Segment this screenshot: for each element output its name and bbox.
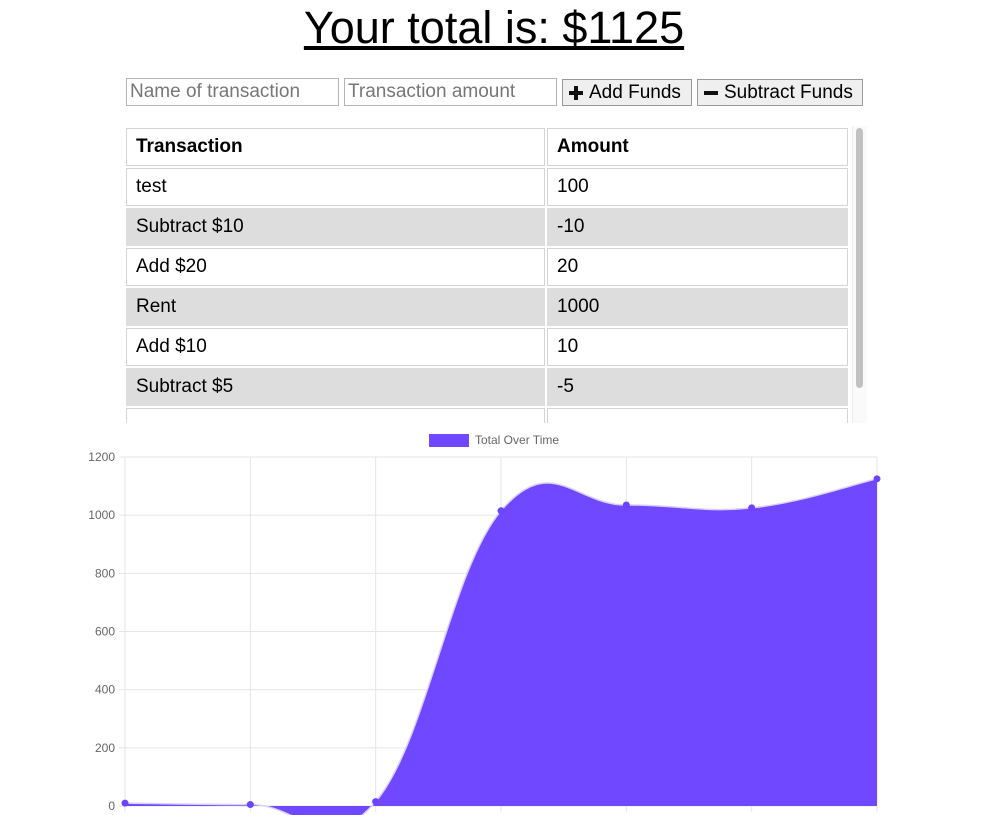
add-funds-label: Add Funds <box>589 81 681 103</box>
y-tick-label: 1200 <box>88 450 115 464</box>
table-row: Add $20 20 <box>126 248 848 286</box>
transaction-name-cell: Subtract $5 <box>126 368 545 406</box>
table-row: test 100 <box>126 168 848 206</box>
table-row: Subtract $5 -5 <box>126 368 848 406</box>
y-tick-label: 0 <box>108 799 115 813</box>
y-tick-label: 400 <box>95 683 115 697</box>
total-over-time-chart: 0 200 400 600 800 1000 1200 Total Over Time <box>88 433 881 815</box>
y-tick-label: 1000 <box>88 508 115 522</box>
table-scrollbar[interactable] <box>852 126 867 423</box>
total-heading: Your total is: $1125 <box>303 2 685 53</box>
chart-area <box>124 478 878 815</box>
plus-icon <box>569 85 583 100</box>
transaction-amount-cell: 10 <box>547 328 848 366</box>
table-scrollbar-thumb[interactable] <box>856 128 863 388</box>
transaction-name-input[interactable] <box>126 78 339 106</box>
data-point <box>748 504 756 512</box>
minus-icon <box>704 86 718 100</box>
transaction-amount-cell: 20 <box>547 248 848 286</box>
subtract-funds-button[interactable]: Subtract Funds <box>697 79 863 106</box>
data-point <box>873 475 881 483</box>
data-point <box>246 801 254 809</box>
subtract-funds-label: Subtract Funds <box>724 81 853 103</box>
data-point <box>121 799 129 807</box>
transactions-table-container[interactable]: Transaction Amount test 100 Subtract $10… <box>124 126 866 423</box>
series-area <box>125 478 877 815</box>
transaction-amount-cell: -5 <box>547 368 848 406</box>
table-row: Subtract $10 -10 <box>126 208 848 246</box>
chart-legend: Total Over Time <box>429 433 559 447</box>
transaction-amount-cell: -10 <box>547 208 848 246</box>
y-tick-label: 200 <box>95 741 115 755</box>
column-header-amount: Amount <box>547 128 848 166</box>
y-tick-label: 800 <box>95 566 115 580</box>
transaction-name-cell: Subtract $10 <box>126 208 545 246</box>
column-header-transaction: Transaction <box>126 128 545 166</box>
transaction-name-cell <box>126 408 545 423</box>
transaction-amount-input[interactable] <box>344 78 557 106</box>
y-tick-label: 600 <box>95 625 115 639</box>
transactions-table: Transaction Amount test 100 Subtract $10… <box>124 126 850 423</box>
transaction-amount-cell <box>547 408 848 423</box>
transaction-name-cell: Add $10 <box>126 328 545 366</box>
transaction-name-cell: Rent <box>126 288 545 326</box>
chart-y-axis: 0 200 400 600 800 1000 1200 <box>88 450 115 813</box>
table-row <box>126 408 848 423</box>
table-header-row: Transaction Amount <box>126 128 848 166</box>
table-row: Rent 1000 <box>126 288 848 326</box>
transaction-name-cell: test <box>126 168 545 206</box>
data-point <box>497 507 505 515</box>
legend-swatch <box>429 434 469 447</box>
transaction-name-cell: Add $20 <box>126 248 545 286</box>
data-point <box>372 798 380 806</box>
transaction-amount-cell: 100 <box>547 168 848 206</box>
data-point <box>622 501 630 509</box>
table-row: Add $10 10 <box>126 328 848 366</box>
transaction-amount-cell: 1000 <box>547 288 848 326</box>
add-funds-button[interactable]: Add Funds <box>562 79 692 106</box>
legend-label: Total Over Time <box>475 433 559 447</box>
